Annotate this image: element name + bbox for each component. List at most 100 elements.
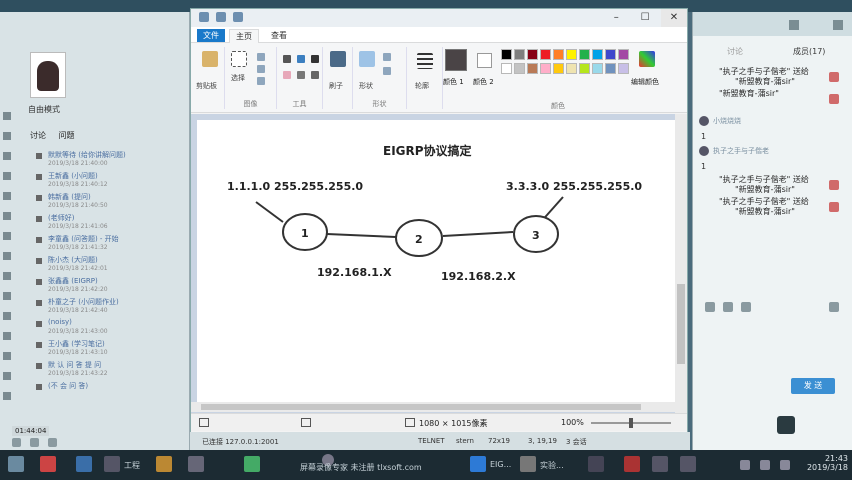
close-icon[interactable]	[833, 20, 843, 30]
side-icon[interactable]	[3, 192, 11, 200]
brush-icon[interactable]	[330, 51, 346, 67]
network-icon[interactable]	[740, 460, 750, 470]
shape-fill-icon[interactable]	[383, 67, 391, 75]
taskbar-clock[interactable]: 21:43 2019/3/18	[800, 454, 848, 472]
color-swatch[interactable]	[527, 49, 538, 60]
color-swatch[interactable]	[527, 63, 538, 74]
drawing-canvas[interactable]: EIGRP协议搞定 1.1.1.0 255.255.255.0 3.3.3.0 …	[197, 120, 675, 412]
shape-outline-icon[interactable]	[383, 53, 391, 61]
app-icon[interactable]	[188, 456, 204, 472]
list-item[interactable]: 李童鑫 (问答题) - 开始 2019/3/18 21:41:32	[36, 234, 188, 255]
color-swatch[interactable]	[514, 63, 525, 74]
color-swatch[interactable]	[605, 49, 616, 60]
color-swatch[interactable]	[592, 63, 603, 74]
vertical-scrollbar[interactable]	[675, 114, 687, 414]
pencil-icon[interactable]	[283, 55, 291, 63]
tab-file[interactable]: 文件	[197, 29, 225, 42]
side-icon[interactable]	[3, 292, 11, 300]
tab-members[interactable]: 成员(17)	[793, 46, 825, 57]
list-item[interactable]: (老师好) 2019/3/18 21:41:06	[36, 213, 188, 234]
list-item[interactable]: 朴童之子 (小问题作业) 2019/3/18 21:42:40	[36, 297, 188, 318]
edit-colors-label[interactable]: 编辑颜色	[631, 77, 659, 87]
zoom-slider[interactable]	[591, 418, 671, 428]
edit-colors-icon[interactable]	[639, 51, 655, 67]
zoom-slider-knob[interactable]	[629, 418, 633, 428]
list-item[interactable]: 默默等待 (给你讲解问题) 2019/3/18 21:40:00	[36, 150, 188, 171]
app-icon[interactable]	[588, 456, 604, 472]
undo-icon[interactable]	[215, 12, 226, 22]
list-item[interactable]: 张鑫鑫 (EIGRP) 2019/3/18 21:42:20	[36, 276, 188, 297]
app-icon[interactable]	[76, 456, 92, 472]
color-swatch[interactable]	[501, 49, 512, 60]
color-swatch[interactable]	[579, 49, 590, 60]
color-swatch[interactable]	[579, 63, 590, 74]
user-name[interactable]: 执子之手与子偕老	[713, 146, 769, 156]
color-swatch[interactable]	[566, 63, 577, 74]
maximize-button[interactable]: ☐	[632, 9, 658, 27]
vertical-scroll-thumb[interactable]	[677, 284, 685, 364]
app-icon[interactable]	[680, 456, 696, 472]
list-item[interactable]: 默 认 问 答 提 问 2019/3/18 21:43:22	[36, 360, 188, 381]
color-swatch[interactable]	[592, 49, 603, 60]
horizontal-scrollbar[interactable]	[191, 402, 675, 412]
color-swatch[interactable]	[553, 49, 564, 60]
minimize-icon[interactable]	[789, 20, 799, 30]
app-icon[interactable]	[244, 456, 260, 472]
color-swatch[interactable]	[566, 49, 577, 60]
color-swatch[interactable]	[605, 63, 616, 74]
side-icon[interactable]	[3, 252, 11, 260]
mic-icon[interactable]	[12, 438, 21, 447]
select-icon[interactable]	[231, 51, 247, 67]
taskbar-app-label[interactable]: 实验...	[540, 460, 564, 471]
outline-label[interactable]: 轮廓	[415, 81, 429, 91]
app-icon[interactable]	[470, 456, 486, 472]
redo-icon[interactable]	[232, 12, 243, 22]
volume-icon[interactable]	[760, 460, 770, 470]
image-icon[interactable]	[740, 302, 751, 312]
list-item[interactable]: 王小鑫 (学习笔记) 2019/3/18 21:43:10	[36, 339, 188, 360]
close-button[interactable]: ✕	[661, 9, 687, 27]
app-icon[interactable]	[520, 456, 536, 472]
scissors-icon[interactable]	[722, 302, 733, 312]
side-icon[interactable]	[3, 352, 11, 360]
crop-icon[interactable]	[257, 53, 265, 61]
tab-chat[interactable]: 讨论	[727, 46, 743, 57]
line-size-icon[interactable]	[417, 53, 433, 69]
save-icon[interactable]	[199, 12, 209, 22]
side-icon[interactable]	[3, 152, 11, 160]
taskbar-app-label[interactable]: 工程	[124, 460, 140, 471]
text-icon[interactable]	[311, 55, 319, 63]
shapes-label[interactable]: 形状	[359, 81, 373, 91]
side-icon[interactable]	[3, 372, 11, 380]
select-label[interactable]: 选择	[231, 73, 245, 83]
speaker-icon[interactable]	[29, 438, 39, 447]
side-icon[interactable]	[3, 272, 11, 280]
side-icon[interactable]	[3, 332, 11, 340]
color-swatch[interactable]	[514, 49, 525, 60]
side-icon[interactable]	[3, 232, 11, 240]
color2-swatch[interactable]	[477, 53, 492, 68]
color1-swatch[interactable]	[445, 49, 467, 71]
shapes-icon[interactable]	[359, 51, 375, 67]
app-icon[interactable]	[40, 456, 56, 472]
magnifier-icon[interactable]	[311, 71, 319, 79]
color-swatch[interactable]	[618, 63, 629, 74]
paste-icon[interactable]	[202, 51, 218, 67]
minimize-button[interactable]: –	[603, 9, 629, 27]
color-swatch[interactable]	[501, 63, 512, 74]
tab-home[interactable]: 主页	[229, 29, 259, 43]
emoji-icon[interactable]	[705, 302, 715, 312]
settings-icon[interactable]	[47, 438, 57, 447]
list-item[interactable]: (不 会 问 答)	[36, 381, 188, 402]
color-swatch[interactable]	[540, 49, 551, 60]
side-icon[interactable]	[3, 312, 11, 320]
list-item[interactable]: 王新鑫 (小问题) 2019/3/18 21:40:12	[36, 171, 188, 192]
color-swatch[interactable]	[540, 63, 551, 74]
taskbar-app-label[interactable]: EIG...	[490, 460, 511, 469]
color-swatch[interactable]	[553, 63, 564, 74]
color2-label[interactable]: 颜色 2	[473, 77, 494, 87]
app-icon[interactable]	[652, 456, 668, 472]
side-icon[interactable]	[3, 132, 11, 140]
settings-icon[interactable]	[828, 302, 839, 312]
list-item[interactable]: 韩新鑫 (提问) 2019/3/18 21:40:50	[36, 192, 188, 213]
